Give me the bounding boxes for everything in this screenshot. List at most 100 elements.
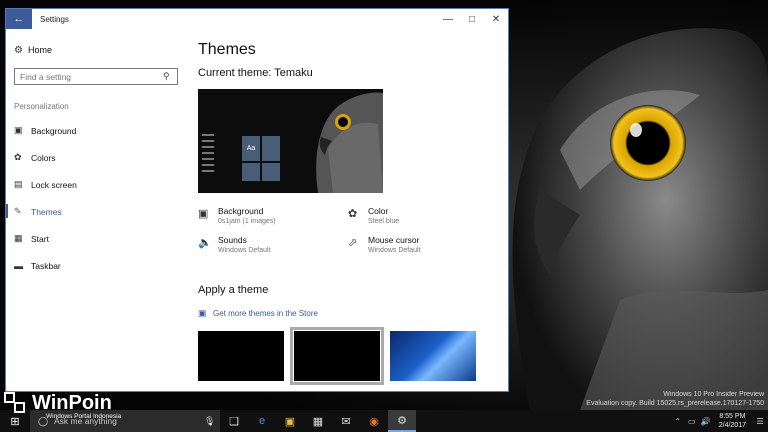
search-icon[interactable]: ⚲ [163,71,177,82]
palette-icon: ✿ [14,152,22,162]
watermark-line-2: Evaluation copy. Build 15025.rs_prerelea… [586,400,764,407]
store-link[interactable]: ▣ Get more themes in the Store [198,308,500,319]
chevron-up-icon[interactable]: ⌃ [671,417,685,426]
winpoin-logo-mark [2,390,30,416]
file-explorer-button[interactable]: ▣ [276,410,304,432]
minimize-button[interactable]: — [436,9,460,29]
store-icon: ▣ [198,308,207,318]
theme-list [198,327,500,385]
firefox-icon: ◉ [369,415,379,428]
maximize-icon: □ [468,13,476,25]
watermark-line-1: Windows 10 Pro Insider Preview [663,391,764,398]
theme-thumbnail-selected[interactable] [290,327,384,385]
sounds-property[interactable]: 🔈 Sounds Windows Default [198,235,348,254]
theme-thumbnail-windows[interactable] [390,331,476,381]
logo-subtitle: Windows Portal Indonesia [46,413,122,420]
sidebar-item-label: Lock screen [31,179,77,190]
firefox-button[interactable]: ◉ [360,410,388,432]
taskbar-icon: ▬ [14,260,23,271]
task-view-icon: ❏ [229,415,239,428]
mouse-cursor-property[interactable]: ⬀ Mouse cursor Windows Default [348,235,498,254]
back-button[interactable]: ← [6,9,32,29]
preview-start-list [202,134,218,176]
property-name: Sounds [218,235,247,245]
owl-wallpaper-image [512,28,768,410]
property-name: Mouse cursor [368,235,420,245]
sidebar-item-label: Taskbar [31,260,61,271]
search-placeholder: Find a setting [20,71,72,82]
edge-icon: e [258,415,266,427]
store-icon: ▦ [312,415,324,428]
mail-button[interactable]: ✉ [332,410,360,432]
cursor-icon: ⬀ [348,237,358,249]
windows-logo-icon: ⊞ [10,415,20,428]
sidebar-item-label: Start [31,233,49,244]
window-title: Settings [40,14,69,24]
property-name: Background [218,206,264,216]
gear-icon: ⚙ [397,414,407,427]
sidebar-item-label: Themes [31,206,62,217]
image-icon: ▣ [14,125,23,135]
preview-owl-image [316,92,383,193]
sidebar-item-lock-screen[interactable]: ▤ Lock screen [6,171,186,198]
property-value: Steel blue [368,218,400,225]
gear-icon: ⚙ [14,44,23,56]
search-input[interactable]: Find a setting ⚲ [14,68,178,85]
sidebar-item-themes[interactable]: ✎ Themes [6,198,186,225]
clock[interactable]: 8:55 PM 2/4/2017 [719,412,746,430]
title-bar[interactable]: ← Settings — □ ✕ [6,9,508,29]
color-property[interactable]: ✿ Color Steel blue [348,206,498,225]
theme-preview: Aa [198,89,383,193]
brush-icon: ✎ [14,206,22,216]
store-link-label: Get more themes in the Store [213,309,318,318]
theme-properties: ▣ Background 0s1jam (1 images) ✿ Color S… [198,206,500,254]
clock-date: 2/4/2017 [718,422,746,429]
palette-icon: ✿ [348,208,358,220]
task-view-button[interactable]: ❏ [220,410,248,432]
sidebar-home[interactable]: ⚙ Home [6,39,186,61]
close-icon: ✕ [491,13,501,25]
apply-theme-heading: Apply a theme [198,284,269,296]
page-title: Themes [198,41,256,58]
preview-tile-aa: Aa [242,136,260,161]
sidebar-nav: ▣ Background ✿ Colors ▤ Lock screen ✎ Th… [6,117,186,279]
maximize-button[interactable]: □ [460,9,484,29]
clock-time: 8:55 PM [719,413,746,420]
logo-name: WinPoin [32,391,112,414]
property-value: Windows Default [368,247,421,254]
microphone-icon[interactable]: 🎙 [204,416,220,427]
settings-window: ← Settings — □ ✕ ⚙ Home Find a setting ⚲… [5,8,509,392]
volume-icon[interactable]: 🔊 [699,417,713,426]
settings-taskbar-button[interactable]: ⚙ [388,410,416,432]
network-icon[interactable]: ▭ [685,417,699,426]
sidebar-item-label: Background [31,125,77,136]
section-label: Personalization [14,102,69,111]
mail-icon: ✉ [341,415,351,428]
sidebar-item-start[interactable]: ▦ Start [6,225,186,252]
preview-tiles: Aa [242,136,280,181]
sidebar-item-colors[interactable]: ✿ Colors [6,144,186,171]
system-tray: ⌃ ▭ 🔊 8:55 PM 2/4/2017 ☰ [671,410,768,432]
current-theme-heading: Current theme: Temaku [198,67,313,79]
start-menu-icon: ▦ [14,233,23,243]
sidebar: ⚙ Home Find a setting ⚲ Personalization … [6,29,186,391]
notification-icon[interactable]: ☰ [752,417,768,426]
background-property[interactable]: ▣ Background 0s1jam (1 images) [198,206,348,225]
image-icon: ▣ [198,208,209,220]
store-button[interactable]: ▦ [304,410,332,432]
back-arrow-icon: ← [13,13,25,25]
edge-button[interactable]: e [248,410,276,432]
home-label: Home [28,45,53,55]
os-watermark: Windows 10 Pro Insider Preview Evaluatio… [586,390,764,408]
sidebar-item-background[interactable]: ▣ Background [6,117,186,144]
sidebar-item-taskbar[interactable]: ▬ Taskbar [6,252,186,279]
sidebar-item-label: Colors [31,152,56,163]
close-button[interactable]: ✕ [484,9,508,29]
folder-icon: ▣ [284,415,296,428]
property-value: Windows Default [218,247,271,254]
property-value: 0s1jam (1 images) [218,218,276,225]
winpoin-logo: WinPoin Windows Portal Indonesia [2,390,121,420]
main-content: Themes Current theme: Temaku Aa ▣ Backgr… [198,29,500,391]
theme-thumbnail[interactable] [198,331,284,381]
property-name: Color [368,206,389,216]
